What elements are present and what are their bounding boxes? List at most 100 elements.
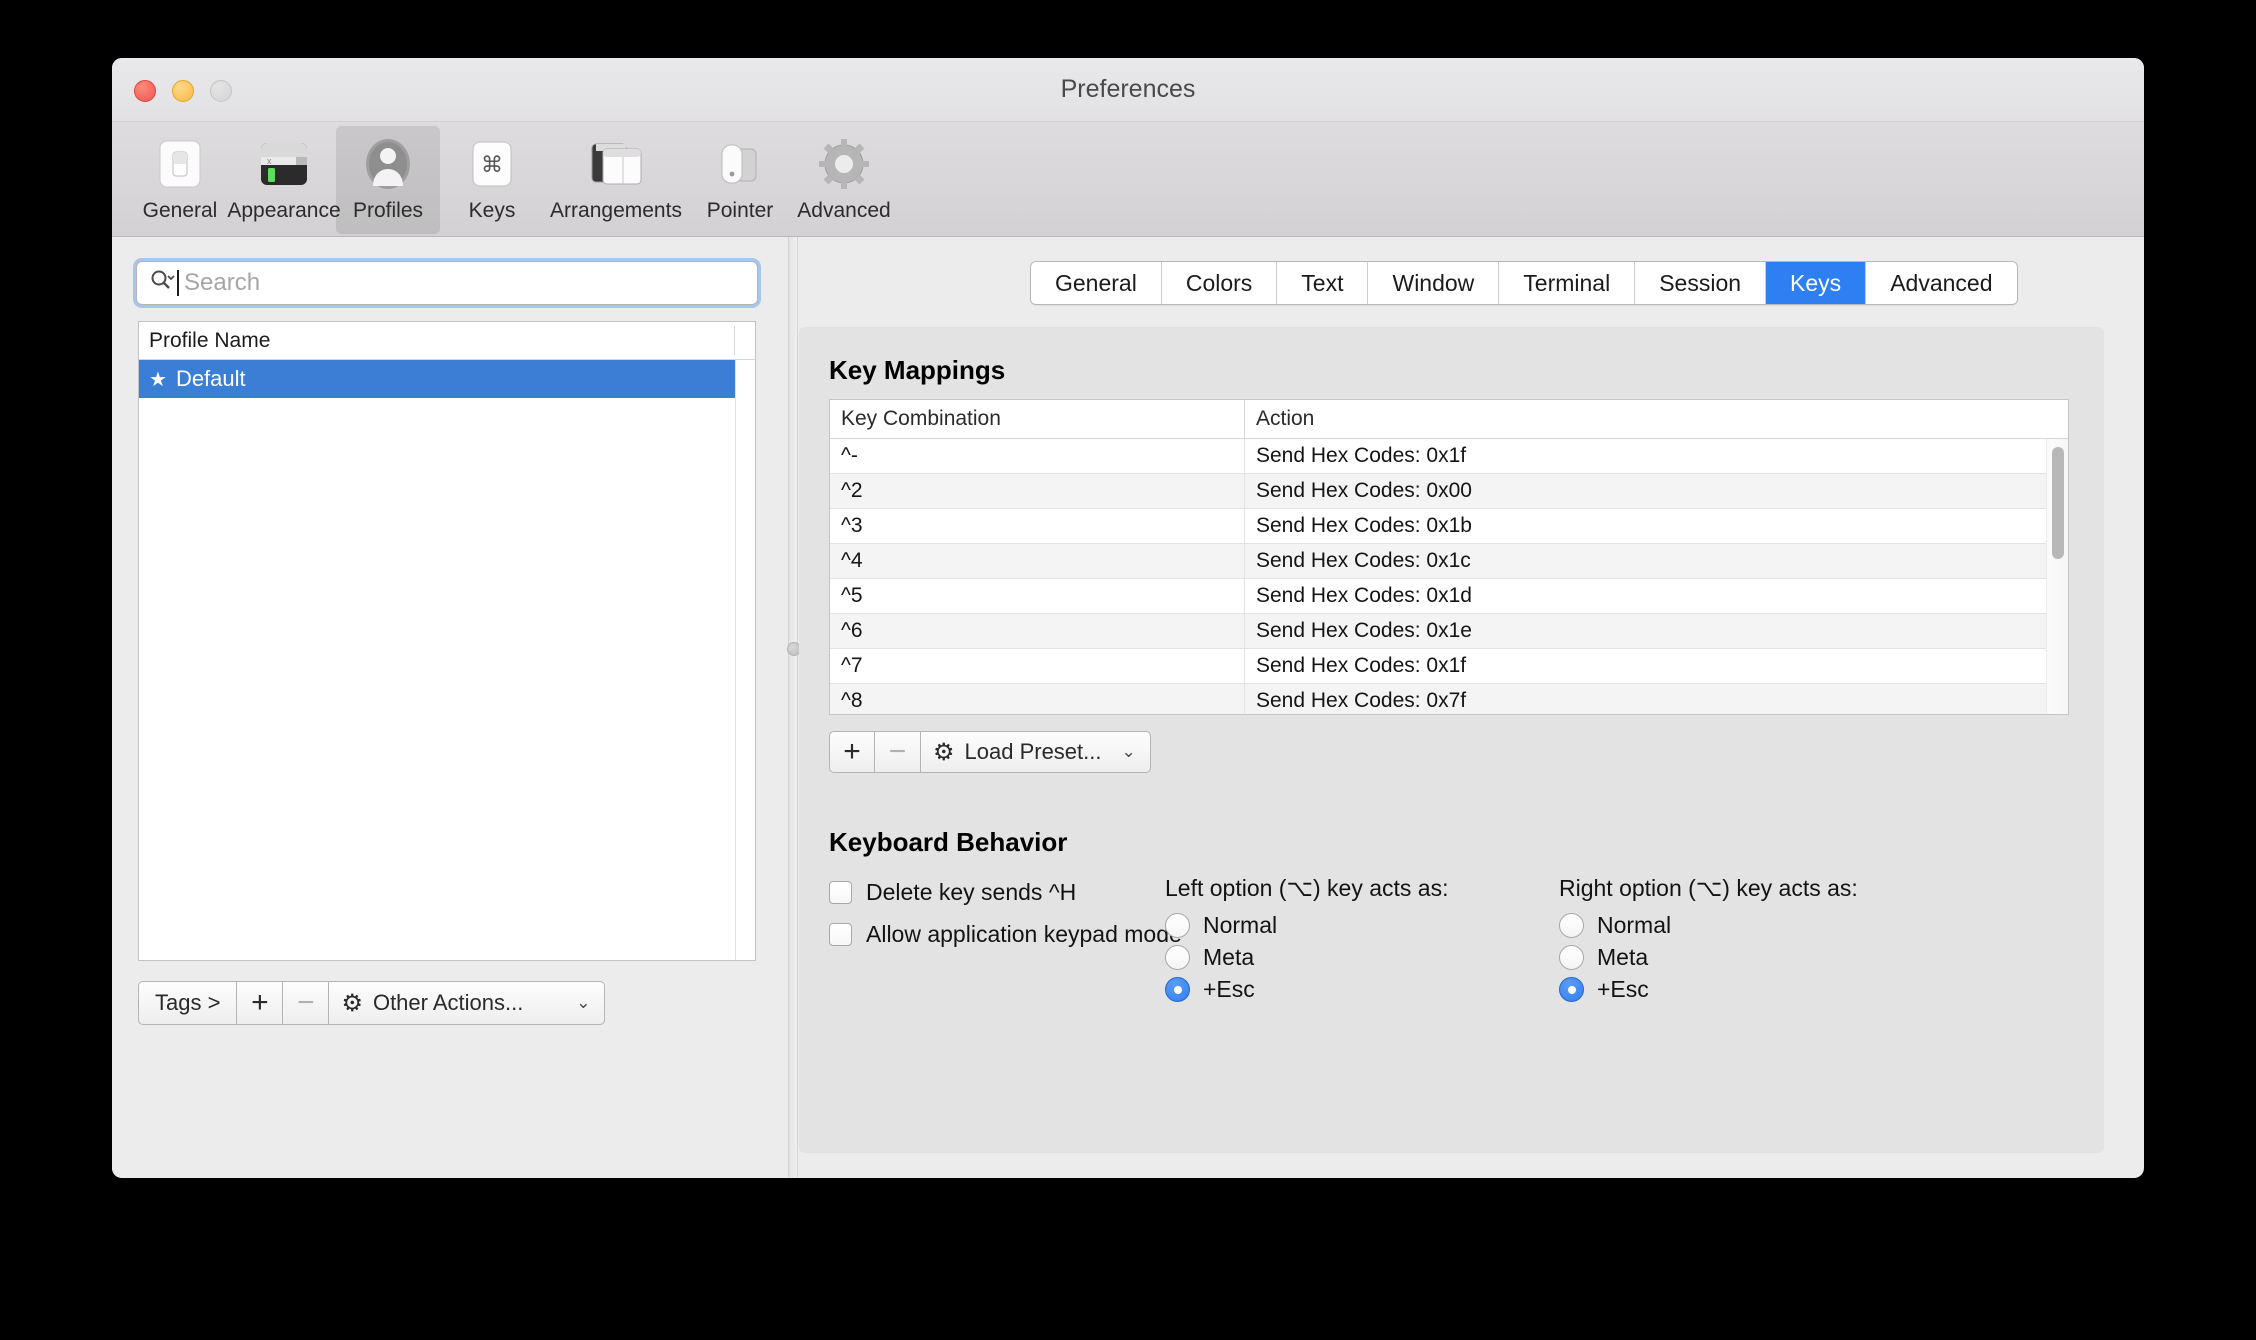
split-divider[interactable]: [788, 237, 798, 1177]
key-mappings-rows: ^- Send Hex Codes: 0x1f ^2 Send Hex Code…: [830, 439, 2068, 715]
profile-detail-pane: General Colors Text Window Terminal Sess…: [799, 237, 2144, 1177]
radio-label: Normal: [1203, 912, 1277, 939]
table-row[interactable]: ^4 Send Hex Codes: 0x1c: [830, 544, 2068, 579]
tab-terminal[interactable]: Terminal: [1499, 262, 1635, 304]
command-key-icon: ⌘: [464, 134, 520, 194]
key-combination-cell: ^-: [830, 439, 1245, 473]
table-row[interactable]: ^- Send Hex Codes: 0x1f: [830, 439, 2068, 474]
profile-list-table[interactable]: Profile Name ★ Default: [138, 321, 756, 961]
add-key-mapping-button[interactable]: +: [829, 731, 875, 773]
default-profile-star-icon: ★: [149, 367, 167, 392]
tab-advanced[interactable]: Advanced: [1866, 262, 2016, 304]
action-cell: Send Hex Codes: 0x1b: [1245, 509, 1472, 543]
column-header-profile-name: Profile Name: [139, 329, 270, 353]
radio-dot[interactable]: [1559, 913, 1584, 938]
key-mappings-table[interactable]: Key Combination Action ^- Send Hex Codes…: [829, 399, 2069, 715]
profiles-sidebar: Search Profile Name ★ Default Tags > + −: [112, 237, 788, 1177]
radio-dot[interactable]: [1559, 977, 1584, 1002]
other-actions-label: Other Actions...: [373, 990, 523, 1016]
action-cell: Send Hex Codes: 0x1d: [1245, 579, 1472, 613]
remove-key-mapping-button[interactable]: −: [875, 731, 921, 773]
radio-left-option-esc[interactable]: +Esc: [1165, 976, 1448, 1003]
chevron-down-icon: ⌄: [1122, 742, 1136, 762]
tab-general[interactable]: General: [1031, 262, 1162, 304]
toolbar-item-keys[interactable]: ⌘ Keys: [440, 126, 544, 234]
action-cell: Send Hex Codes: 0x1e: [1245, 614, 1472, 648]
radio-right-option-esc[interactable]: +Esc: [1559, 976, 1858, 1003]
scrollbar-thumb[interactable]: [2052, 447, 2064, 559]
toolbar-item-general[interactable]: General: [128, 126, 232, 234]
tab-window[interactable]: Window: [1368, 262, 1499, 304]
radio-left-option-normal[interactable]: Normal: [1165, 912, 1448, 939]
keys-settings-panel: Key Mappings Key Combination Action ^- S…: [799, 327, 2104, 1153]
table-row[interactable]: ^6 Send Hex Codes: 0x1e: [830, 614, 2068, 649]
radio-right-option-normal[interactable]: Normal: [1559, 912, 1858, 939]
table-row[interactable]: ^3 Send Hex Codes: 0x1b: [830, 509, 2068, 544]
radio-dot[interactable]: [1165, 977, 1190, 1002]
profiles-bottom-toolbar: Tags > + − ⚙ Other Actions... ⌄: [138, 981, 605, 1025]
search-input[interactable]: Search: [136, 261, 758, 305]
profile-row-default[interactable]: ★ Default: [139, 360, 755, 398]
key-combination-cell: ^6: [830, 614, 1245, 648]
toolbar-item-profiles[interactable]: Profiles: [336, 126, 440, 234]
radio-label: Meta: [1597, 944, 1648, 971]
radio-right-option-meta[interactable]: Meta: [1559, 944, 1858, 971]
table-row[interactable]: ^8 Send Hex Codes: 0x7f: [830, 684, 2068, 715]
toolbar-item-arrangements[interactable]: Arrangements: [544, 126, 688, 234]
table-row[interactable]: ^7 Send Hex Codes: 0x1f: [830, 649, 2068, 684]
key-mappings-title: Key Mappings: [829, 355, 1005, 386]
toolbar-item-label: Keys: [469, 199, 516, 223]
key-mappings-scrollbar[interactable]: [2046, 439, 2068, 714]
preferences-toolbar: General x Appearance: [112, 122, 2144, 237]
window-panes-icon: [587, 134, 645, 194]
key-combination-cell: ^5: [830, 579, 1245, 613]
left-option-key-title: Left option (⌥) key acts as:: [1165, 875, 1448, 902]
checkbox-box[interactable]: [829, 881, 852, 904]
tab-keys[interactable]: Keys: [1766, 262, 1866, 304]
toolbar-item-advanced[interactable]: Advanced: [792, 126, 896, 234]
radio-label: +Esc: [1203, 976, 1255, 1003]
right-option-key-radiogroup: Right option (⌥) key acts as: Normal Met…: [1559, 875, 1858, 1008]
column-header-action: Action: [1245, 400, 1314, 438]
toolbar-item-label: Arrangements: [550, 199, 682, 223]
add-profile-button[interactable]: +: [237, 981, 283, 1025]
keyboard-behavior-title: Keyboard Behavior: [829, 827, 1067, 858]
search-icon: [149, 268, 175, 299]
tab-session[interactable]: Session: [1635, 262, 1766, 304]
checkbox-box[interactable]: [829, 923, 852, 946]
table-row[interactable]: ^5 Send Hex Codes: 0x1d: [830, 579, 2068, 614]
person-avatar-icon: [360, 134, 416, 194]
radio-label: +Esc: [1597, 976, 1649, 1003]
checkbox-allow-application-keypad-mode[interactable]: Allow application keypad mode: [829, 921, 1182, 948]
tab-text[interactable]: Text: [1277, 262, 1368, 304]
remove-profile-button[interactable]: −: [283, 981, 329, 1025]
key-combination-cell: ^4: [830, 544, 1245, 578]
chevron-down-icon: ⌄: [576, 993, 590, 1013]
action-cell: Send Hex Codes: 0x00: [1245, 474, 1472, 508]
toolbar-item-label: Profiles: [353, 199, 423, 223]
search-placeholder: Search: [184, 269, 260, 297]
right-option-key-title: Right option (⌥) key acts as:: [1559, 875, 1858, 902]
key-combination-cell: ^3: [830, 509, 1245, 543]
general-switch-icon: [152, 134, 208, 194]
radio-label: Meta: [1203, 944, 1254, 971]
terminal-window-icon: x: [256, 134, 312, 194]
key-combination-cell: ^8: [830, 684, 1245, 715]
other-actions-dropdown[interactable]: ⚙ Other Actions... ⌄: [329, 981, 605, 1025]
radio-dot[interactable]: [1165, 913, 1190, 938]
toolbar-item-label: Appearance: [227, 199, 340, 223]
table-row[interactable]: ^2 Send Hex Codes: 0x00: [830, 474, 2068, 509]
profile-list-scrollbar[interactable]: [735, 360, 755, 960]
radio-dot[interactable]: [1559, 945, 1584, 970]
tab-colors[interactable]: Colors: [1162, 262, 1277, 304]
preferences-window: Preferences General x: [112, 58, 2144, 1178]
profile-tabbar: General Colors Text Window Terminal Sess…: [1030, 261, 2018, 305]
checkbox-delete-key-sends-ctrl-h[interactable]: Delete key sends ^H: [829, 879, 1076, 906]
left-option-key-radiogroup: Left option (⌥) key acts as: Normal Meta…: [1165, 875, 1448, 1008]
load-preset-dropdown[interactable]: ⚙ Load Preset... ⌄: [921, 731, 1151, 773]
radio-dot[interactable]: [1165, 945, 1190, 970]
toolbar-item-appearance[interactable]: x Appearance: [232, 126, 336, 234]
tags-button[interactable]: Tags >: [138, 981, 237, 1025]
radio-left-option-meta[interactable]: Meta: [1165, 944, 1448, 971]
toolbar-item-pointer[interactable]: Pointer: [688, 126, 792, 234]
